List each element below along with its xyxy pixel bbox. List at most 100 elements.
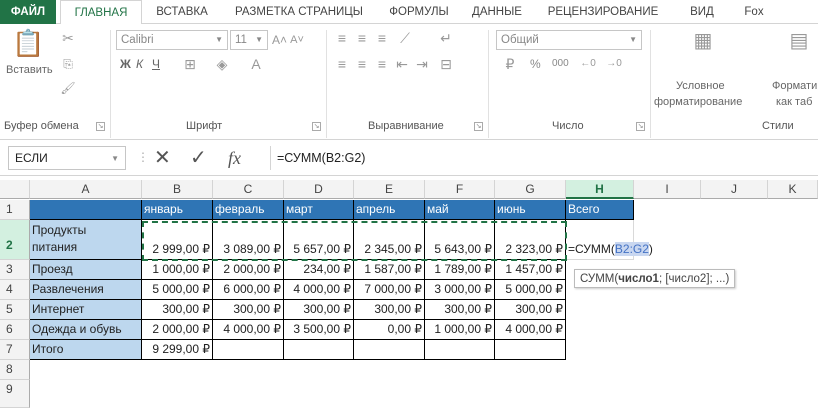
- formula-input[interactable]: =СУММ(B2:G2): [270, 146, 818, 170]
- decrease-font-icon[interactable]: A˅: [290, 32, 304, 48]
- percent-button[interactable]: %: [530, 57, 541, 71]
- cut-icon[interactable]: ✂: [60, 30, 76, 46]
- function-argument-tooltip[interactable]: СУММ(число1; [число2]; ...): [574, 269, 736, 288]
- tab-page-layout[interactable]: РАЗМЕТКА СТРАНИЦЫ: [222, 0, 376, 24]
- align-middle-icon[interactable]: ≡: [354, 30, 370, 46]
- cell-d3[interactable]: 234,00 ₽: [284, 260, 354, 280]
- tab-file[interactable]: ФАЙЛ: [0, 0, 56, 24]
- tab-fox[interactable]: Fox: [734, 0, 774, 24]
- tab-view[interactable]: ВИД: [674, 0, 730, 24]
- row-header-7[interactable]: 7: [0, 340, 30, 360]
- column-header-i[interactable]: I: [634, 180, 701, 199]
- wrap-text-icon[interactable]: ↵: [438, 30, 454, 46]
- cell-f6[interactable]: 1 000,00 ₽: [425, 320, 495, 340]
- cell-e1[interactable]: апрель: [354, 200, 425, 220]
- decrease-decimal-icon[interactable]: →0: [604, 56, 624, 72]
- fill-color-icon[interactable]: ◈: [214, 56, 230, 72]
- cell-e7[interactable]: [354, 340, 425, 360]
- cell-f4[interactable]: 3 000,00 ₽: [425, 280, 495, 300]
- cell-b6[interactable]: 2 000,00 ₽: [142, 320, 213, 340]
- cell-d1[interactable]: март: [284, 200, 354, 220]
- cell-c4[interactable]: 6 000,00 ₽: [213, 280, 284, 300]
- increase-indent-icon[interactable]: ⇥: [414, 56, 430, 72]
- cell-d5[interactable]: 300,00 ₽: [284, 300, 354, 320]
- column-header-a[interactable]: A: [30, 180, 142, 199]
- merge-center-icon[interactable]: ⊟: [438, 56, 454, 72]
- column-header-e[interactable]: E: [354, 180, 425, 199]
- cell-c3[interactable]: 2 000,00 ₽: [213, 260, 284, 280]
- format-painter-icon[interactable]: 🖌: [60, 80, 76, 96]
- cell-e5[interactable]: 300,00 ₽: [354, 300, 425, 320]
- row-header-2[interactable]: 2: [0, 220, 30, 260]
- cell-e3[interactable]: 1 587,00 ₽: [354, 260, 425, 280]
- cell-h2-editing[interactable]: =СУММ(B2:G2): [566, 220, 653, 260]
- cell-b5[interactable]: 300,00 ₽: [142, 300, 213, 320]
- number-launcher-icon[interactable]: ↘: [636, 122, 645, 131]
- conditional-formatting-label-1[interactable]: Условное: [676, 80, 725, 92]
- cell-b4[interactable]: 5 000,00 ₽: [142, 280, 213, 300]
- column-header-b[interactable]: B: [142, 180, 213, 199]
- row-header-1[interactable]: 1: [0, 200, 30, 220]
- cell-f5[interactable]: 300,00 ₽: [425, 300, 495, 320]
- cell-a7[interactable]: Итого: [30, 340, 142, 360]
- number-format-select[interactable]: Общий ▼: [496, 30, 642, 50]
- column-header-d[interactable]: D: [284, 180, 354, 199]
- decrease-indent-icon[interactable]: ⇤: [394, 56, 410, 72]
- cell-f2[interactable]: 5 643,00 ₽: [425, 220, 495, 260]
- copy-icon[interactable]: ⎘: [60, 56, 76, 72]
- row-header-3[interactable]: 3: [0, 260, 30, 280]
- clipboard-launcher-icon[interactable]: ↘: [96, 122, 105, 131]
- format-as-table-icon[interactable]: ▤: [786, 28, 812, 54]
- column-header-g[interactable]: G: [495, 180, 566, 199]
- font-launcher-icon[interactable]: ↘: [312, 122, 321, 131]
- conditional-formatting-icon[interactable]: ▦: [690, 28, 716, 54]
- cell-c2[interactable]: 3 089,00 ₽: [213, 220, 284, 260]
- italic-button[interactable]: К: [136, 57, 143, 71]
- select-all-corner[interactable]: [0, 180, 30, 199]
- cell-b1[interactable]: январь: [142, 200, 213, 220]
- cell-d4[interactable]: 4 000,00 ₽: [284, 280, 354, 300]
- conditional-formatting-label-2[interactable]: форматирование: [654, 96, 742, 108]
- cell-g4[interactable]: 5 000,00 ₽: [495, 280, 566, 300]
- column-header-k[interactable]: K: [768, 180, 818, 199]
- cell-c7[interactable]: [213, 340, 284, 360]
- cell-g1[interactable]: июнь: [495, 200, 566, 220]
- font-color-icon[interactable]: A: [248, 56, 264, 72]
- font-name-select[interactable]: Calibri ▼: [116, 30, 228, 50]
- alignment-launcher-icon[interactable]: ↘: [474, 122, 483, 131]
- increase-decimal-icon[interactable]: ←0: [578, 56, 598, 72]
- column-header-f[interactable]: F: [425, 180, 495, 199]
- tab-home[interactable]: ГЛАВНАЯ: [60, 0, 142, 25]
- row-header-9[interactable]: 9: [0, 380, 30, 408]
- format-as-table-label-1[interactable]: Формати: [772, 80, 817, 92]
- cell-g7[interactable]: [495, 340, 566, 360]
- cell-e4[interactable]: 7 000,00 ₽: [354, 280, 425, 300]
- cell-e2[interactable]: 2 345,00 ₽: [354, 220, 425, 260]
- cell-d6[interactable]: 3 500,00 ₽: [284, 320, 354, 340]
- row-header-5[interactable]: 5: [0, 300, 30, 320]
- name-box[interactable]: ЕСЛИ ▼: [8, 146, 126, 170]
- cell-f3[interactable]: 1 789,00 ₽: [425, 260, 495, 280]
- paste-icon[interactable]: 📋: [12, 28, 44, 58]
- cell-f7[interactable]: [425, 340, 495, 360]
- tab-insert[interactable]: ВСТАВКА: [146, 0, 218, 24]
- column-header-j[interactable]: J: [701, 180, 768, 199]
- cell-c5[interactable]: 300,00 ₽: [213, 300, 284, 320]
- cell-d2[interactable]: 5 657,00 ₽: [284, 220, 354, 260]
- align-right-icon[interactable]: ≡: [374, 56, 390, 72]
- cell-g2[interactable]: 2 323,00 ₽: [495, 220, 566, 260]
- cell-g6[interactable]: 4 000,00 ₽: [495, 320, 566, 340]
- cell-f1[interactable]: май: [425, 200, 495, 220]
- font-size-select[interactable]: 11 ▼: [230, 30, 268, 50]
- thousands-button[interactable]: 000: [552, 58, 569, 69]
- cell-d7[interactable]: [284, 340, 354, 360]
- format-as-table-label-2[interactable]: как таб: [776, 96, 812, 108]
- tab-review[interactable]: РЕЦЕНЗИРОВАНИЕ: [536, 0, 670, 24]
- column-header-h[interactable]: H: [566, 180, 634, 199]
- insert-function-icon[interactable]: fx: [228, 146, 241, 170]
- enter-icon[interactable]: ✓: [190, 146, 207, 170]
- align-top-icon[interactable]: ≡: [334, 30, 350, 46]
- cell-h1[interactable]: Всего: [566, 200, 634, 220]
- tab-formulas[interactable]: ФОРМУЛЫ: [380, 0, 458, 24]
- cell-b7[interactable]: 9 299,00 ₽: [142, 340, 213, 360]
